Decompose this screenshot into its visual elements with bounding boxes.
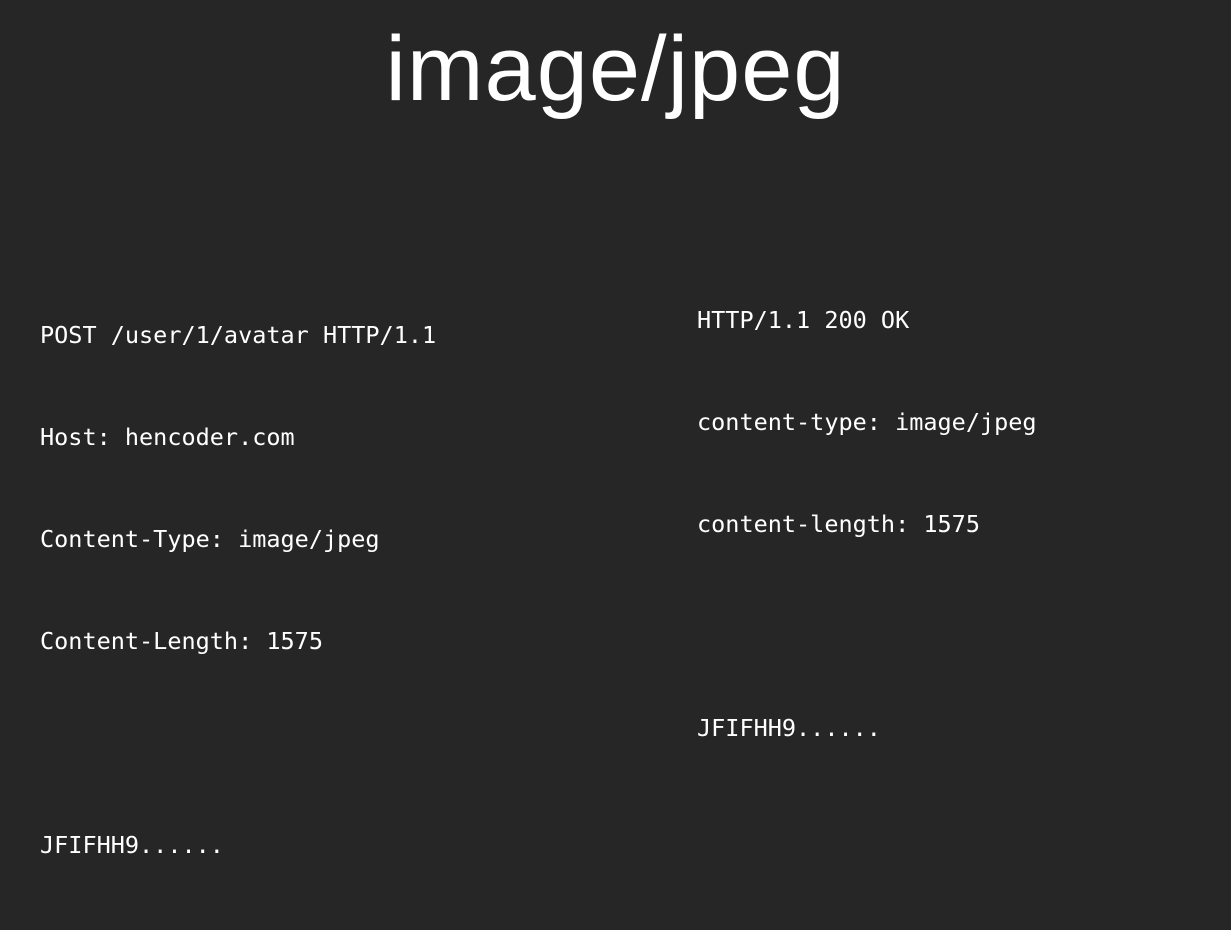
slide-title: image/jpeg <box>385 18 846 120</box>
request-content-length-header: Content-Length: 1575 <box>40 627 323 655</box>
request-line: POST /user/1/avatar HTTP/1.1 <box>40 321 437 349</box>
response-content-length-header: content-length: 1575 <box>697 510 980 538</box>
http-request-block: POST /user/1/avatar HTTP/1.1 Host: henco… <box>40 250 436 930</box>
http-response-block: HTTP/1.1 200 OK content-type: image/jpeg… <box>697 235 1037 813</box>
request-host-header: Host: hencoder.com <box>40 423 295 451</box>
slide: image/jpeg POST /user/1/avatar HTTP/1.1 … <box>0 0 1231 859</box>
request-blank-line <box>40 726 436 760</box>
request-content-type-header: Content-Type: image/jpeg <box>40 525 380 553</box>
response-body: JFIFHH9...... <box>697 714 881 742</box>
response-content-type-header: content-type: image/jpeg <box>697 408 1037 436</box>
response-status-line: HTTP/1.1 200 OK <box>697 306 910 334</box>
request-body: JFIFHH9...... <box>40 831 224 859</box>
response-blank-line <box>697 609 1037 643</box>
